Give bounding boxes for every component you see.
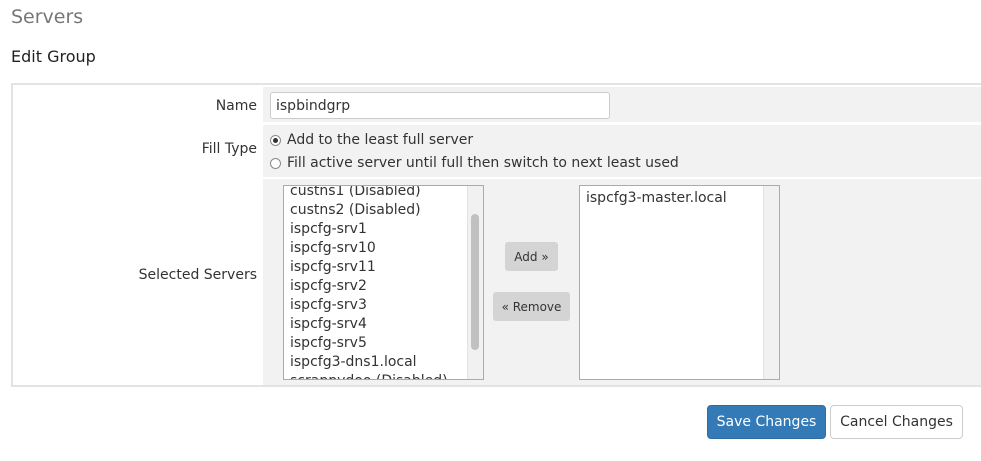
list-item[interactable]: scrappydoo (Disabled) (287, 372, 467, 379)
list-items: custns1 (Disabled) custns2 (Disabled) is… (287, 186, 467, 379)
fill-type-row: Fill Type Add to the least full server F… (13, 125, 981, 177)
add-button[interactable]: Add » (505, 242, 558, 271)
list-item[interactable]: ispcfg3-master.local (583, 189, 763, 208)
fill-type-option-fill-active[interactable]: Fill active server until full then switc… (270, 155, 679, 171)
fill-type-option-label: Fill active server until full then switc… (287, 155, 679, 171)
name-row: Name (13, 87, 981, 122)
list-item[interactable]: ispcfg-srv1 (287, 220, 467, 239)
selected-servers-list[interactable]: ispcfg3-master.local (579, 185, 780, 380)
list-item[interactable]: ispcfg-srv3 (287, 296, 467, 315)
fill-type-option-least-full[interactable]: Add to the least full server (270, 132, 473, 148)
list-item[interactable]: ispcfg-srv4 (287, 315, 467, 334)
list-item[interactable]: ispcfg-srv5 (287, 334, 467, 353)
radio-button-checked[interactable] (270, 134, 281, 146)
available-servers-list[interactable]: custns1 (Disabled) custns2 (Disabled) is… (283, 185, 484, 380)
selected-servers-row: Selected Servers custns1 (Disabled) cust… (13, 179, 981, 385)
fill-type-label: Fill Type (13, 125, 263, 177)
save-changes-button[interactable]: Save Changes (707, 405, 826, 439)
selected-servers-label: Selected Servers (13, 179, 263, 385)
scrollbar-thumb[interactable] (471, 214, 479, 350)
list-item[interactable]: ispcfg3-dns1.local (287, 353, 467, 372)
page-title: Servers (11, 6, 84, 28)
list-items: ispcfg3-master.local (583, 189, 763, 208)
list-item[interactable]: ispcfg-srv10 (287, 239, 467, 258)
fill-type-option-label: Add to the least full server (287, 132, 474, 148)
scrollbar[interactable] (763, 186, 779, 379)
name-label: Name (13, 87, 263, 122)
remove-button[interactable]: « Remove (493, 292, 570, 321)
list-item[interactable]: custns2 (Disabled) (287, 201, 467, 220)
name-input[interactable] (270, 92, 610, 119)
list-item[interactable]: custns1 (Disabled) (287, 186, 467, 201)
edit-group-form: Name Fill Type Add to the least full ser… (11, 83, 981, 387)
scrollbar[interactable] (467, 186, 483, 379)
radio-button[interactable] (270, 157, 281, 169)
list-item[interactable]: ispcfg-srv11 (287, 258, 467, 277)
section-title: Edit Group (11, 47, 96, 66)
cancel-changes-button[interactable]: Cancel Changes (830, 405, 963, 439)
list-item[interactable]: ispcfg-srv2 (287, 277, 467, 296)
